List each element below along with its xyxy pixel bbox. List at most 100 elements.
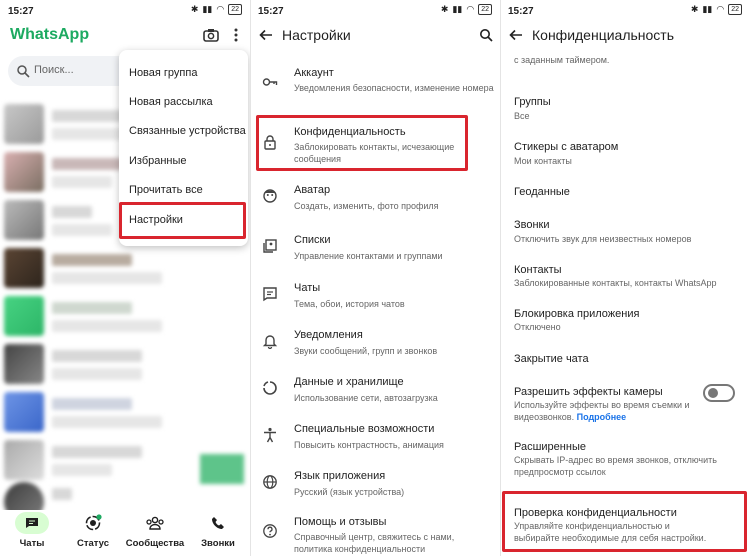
key-icon [262, 78, 278, 86]
search-placeholder: Поиск... [34, 64, 74, 76]
camera-icon[interactable] [203, 28, 219, 42]
chats-screen: 15:27 ✱ ▮▮ ◠ 22 WhatsApp Поиск... Новая … [0, 0, 250, 556]
signal-icon: ▮▮ [702, 4, 713, 14]
privacy-item-title: Разрешить эффекты камеры [514, 386, 663, 398]
globe-icon [263, 475, 277, 489]
settings-item-help[interactable]: Помощь и отзывы Справочный центр, свяжит… [250, 511, 500, 556]
signal-icon: ▮▮ [452, 4, 463, 14]
chat-row[interactable] [0, 342, 250, 388]
app-title: WhatsApp [10, 26, 90, 43]
avatar [4, 392, 44, 432]
menu-item-linked-devices[interactable]: Связанные устройства [129, 125, 246, 137]
settings-item-subtitle: Справочный центр, свяжитесь с нами, поли… [294, 532, 455, 554]
status-time: 15:27 [508, 6, 534, 17]
privacy-item-title: Закрытие чата [514, 353, 589, 365]
privacy-item-subtitle: Отключено [514, 322, 561, 332]
privacy-item-title: Расширенные [514, 441, 586, 453]
signal-icon: ▮▮ [202, 4, 213, 14]
battery-icon: 22 [728, 4, 742, 15]
settings-item-title: Аватар [294, 184, 331, 196]
nav-status[interactable]: Статус [63, 512, 123, 549]
back-arrow-icon[interactable] [509, 28, 523, 42]
chat-row[interactable] [0, 246, 250, 292]
nav-label: Чаты [19, 538, 45, 549]
battery-icon: 22 [478, 4, 492, 15]
learn-more-link[interactable]: Подробнее [577, 412, 627, 422]
toggle-knob [708, 388, 718, 398]
menu-item-starred[interactable]: Избранные [129, 155, 187, 167]
avatar-icon [263, 189, 277, 203]
avatar [4, 104, 44, 144]
status-time: 15:27 [258, 6, 284, 17]
settings-item-title: Списки [294, 234, 331, 246]
settings-item-subtitle: Русский (язык устройства) [294, 487, 405, 497]
truncated-subtitle: с заданным таймером. [514, 55, 610, 65]
settings-item-avatar[interactable]: Аватар Создать, изменить, фото профиля [250, 178, 500, 218]
settings-item-chats[interactable]: Чаты Тема, обои, история чатов [250, 276, 500, 316]
lists-icon [263, 239, 277, 253]
nav-chats[interactable]: Чаты [2, 512, 62, 549]
phone-icon [201, 512, 235, 534]
menu-item-new-broadcast[interactable]: Новая рассылка [129, 96, 213, 108]
settings-item-title: Язык приложения [294, 470, 386, 482]
avatar [4, 296, 44, 336]
search-icon[interactable] [479, 28, 493, 42]
settings-item-language[interactable]: Язык приложения Русский (язык устройства… [250, 464, 500, 504]
settings-item-title: Аккаунт [294, 67, 334, 79]
camera-effects-toggle[interactable] [703, 384, 735, 402]
status-bar: 15:27 ✱ ▮▮ ◠ 22 [0, 0, 250, 22]
battery-icon: 22 [228, 4, 242, 15]
settings-item-lists[interactable]: Списки Управление контактами и группами [250, 228, 500, 268]
privacy-item-subtitle: Используйте эффекты во время съемки и ви… [514, 400, 690, 422]
privacy-item-subtitle: Отключить звук для неизвестных номеров [514, 234, 692, 244]
chat-icon [263, 287, 277, 302]
settings-item-title: Помощь и отзывы [294, 516, 387, 528]
avatar [4, 248, 44, 288]
settings-item-subtitle: Создать, изменить, фото профиля [294, 201, 439, 211]
chat-row[interactable] [0, 390, 250, 436]
settings-item-subtitle: Управление контактами и группами [294, 251, 443, 261]
search-icon [17, 65, 30, 78]
settings-item-title: Данные и хранилище [294, 376, 404, 388]
settings-screen: 15:27 ✱ ▮▮ ◠ 22 Настройки Аккаунт Уведом… [250, 0, 500, 556]
privacy-item-title: Геоданные [514, 186, 570, 198]
bluetooth-icon: ✱ [690, 4, 699, 14]
privacy-item-title: Стикеры с аватаром [514, 141, 619, 153]
wifi-icon: ◠ [716, 4, 725, 14]
status-bar: 15:27 ✱ ▮▮ ◠ 22 [250, 0, 500, 22]
nav-communities[interactable]: Сообщества [125, 512, 185, 549]
status-icon [76, 512, 110, 534]
settings-item-subtitle: Повысить контрастность, анимация [294, 440, 444, 450]
bluetooth-icon: ✱ [190, 4, 199, 14]
settings-item-account[interactable]: Аккаунт Уведомления безопасности, измене… [250, 60, 500, 108]
chat-icon [15, 512, 49, 534]
wifi-icon: ◠ [466, 4, 475, 14]
chat-row[interactable] [0, 438, 250, 484]
page-title: Настройки [282, 27, 351, 43]
status-time: 15:27 [8, 6, 34, 17]
privacy-item-title: Группы [514, 96, 551, 108]
page-title: Конфиденциальность [532, 27, 675, 43]
settings-item-accessibility[interactable]: Специальные возможности Повысить контрас… [250, 417, 500, 457]
menu-item-read-all[interactable]: Прочитать все [129, 184, 203, 196]
settings-item-subtitle: Уведомления безопасности, изменение номе… [294, 83, 494, 93]
highlight-box [256, 115, 468, 171]
more-options-icon[interactable] [232, 27, 240, 43]
settings-item-notifications[interactable]: Уведомления Звуки сообщений, групп и зво… [250, 323, 500, 363]
privacy-screen: 15:27 ✱ ▮▮ ◠ 22 Конфиденциальность с зад… [500, 0, 750, 556]
divider [250, 0, 251, 556]
highlight-box [119, 202, 246, 239]
privacy-item-subtitle: Скрывать IP-адрес во время звонков, откл… [514, 455, 717, 477]
settings-item-storage[interactable]: Данные и хранилище Использование сети, а… [250, 370, 500, 410]
avatar [4, 344, 44, 384]
menu-item-new-group[interactable]: Новая группа [129, 67, 197, 79]
nav-label: Сообщества [125, 538, 185, 549]
highlight-box [502, 491, 747, 552]
bell-icon [262, 335, 278, 349]
privacy-item-subtitle: Заблокированные контакты, контакты Whats… [514, 278, 717, 288]
privacy-item-subtitle: Все [514, 111, 530, 121]
back-arrow-icon[interactable] [259, 28, 273, 42]
privacy-item-title: Звонки [514, 219, 550, 231]
nav-calls[interactable]: Звонки [188, 512, 248, 549]
chat-row[interactable] [0, 294, 250, 340]
